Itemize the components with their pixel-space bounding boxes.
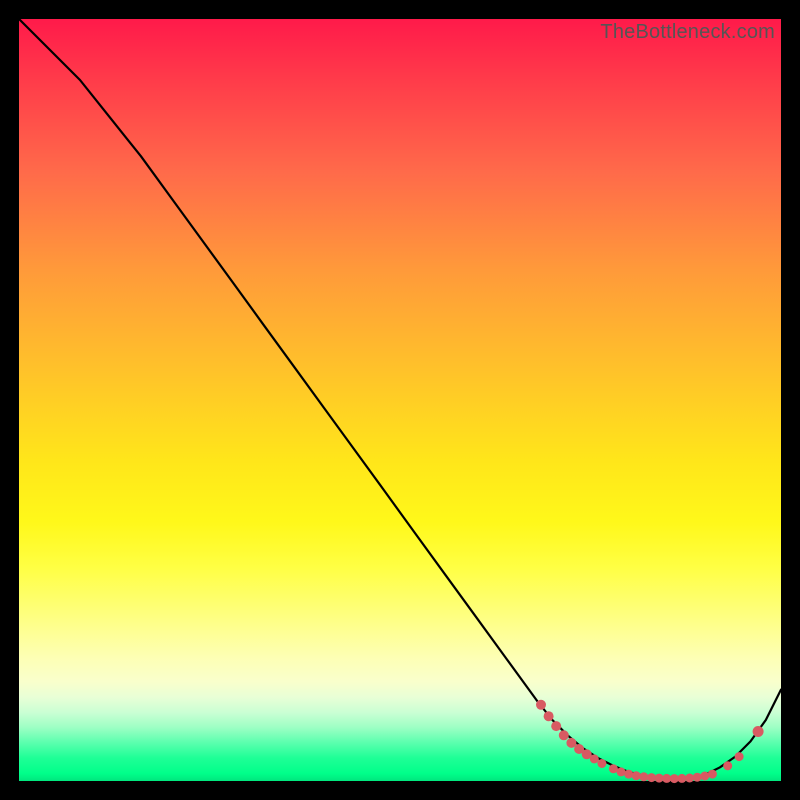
- chart-marker: [677, 774, 686, 783]
- chart-marker: [708, 770, 717, 779]
- chart-marker: [693, 773, 702, 782]
- chart-marker: [639, 772, 648, 781]
- bottleneck-curve: [19, 19, 781, 779]
- chart-svg: [19, 19, 781, 781]
- chart-marker: [700, 772, 709, 781]
- chart-marker: [632, 771, 641, 780]
- chart-marker: [753, 726, 764, 737]
- chart-marker: [723, 761, 732, 770]
- chart-marker: [617, 767, 626, 776]
- chart-marker: [551, 721, 561, 731]
- chart-marker: [624, 770, 633, 779]
- chart-marker: [735, 752, 744, 761]
- chart-marker: [597, 759, 606, 768]
- chart-marker: [544, 711, 554, 721]
- chart-marker: [590, 754, 599, 763]
- chart-marker: [536, 700, 546, 710]
- chart-canvas: TheBottleneck.com: [19, 19, 781, 781]
- chart-marker: [685, 774, 694, 783]
- chart-marker: [559, 730, 569, 740]
- chart-markers: [536, 700, 764, 783]
